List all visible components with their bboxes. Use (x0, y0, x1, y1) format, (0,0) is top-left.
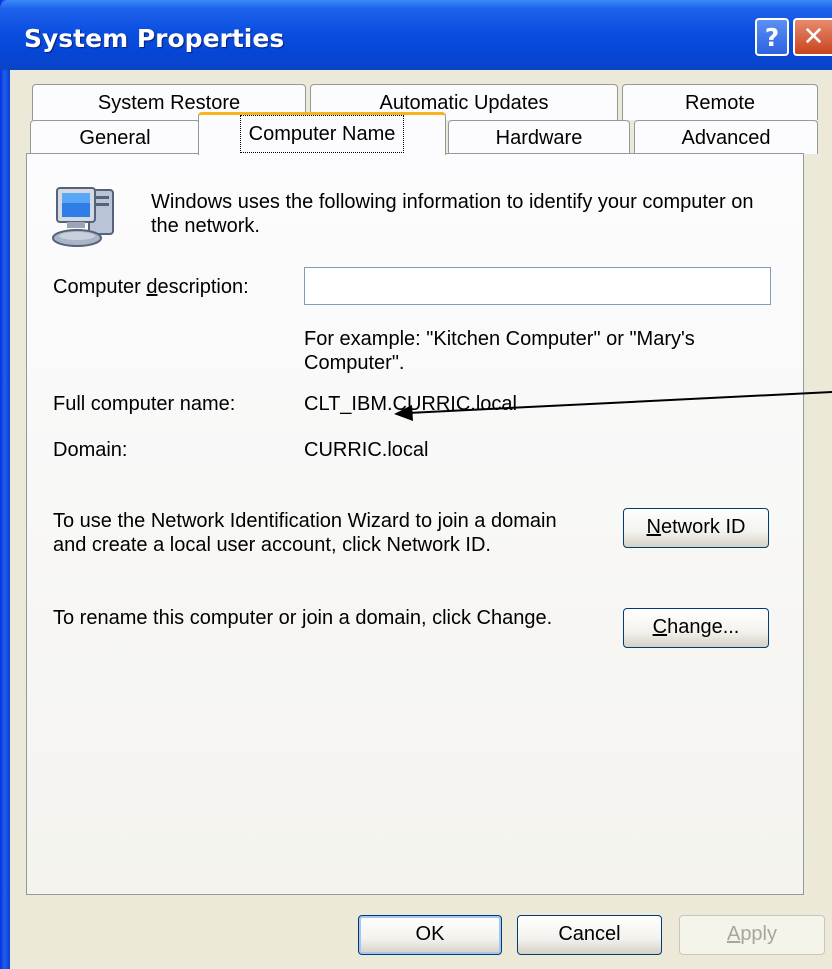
tab-label: General (79, 127, 151, 149)
intro-text: Windows uses the following information t… (151, 191, 754, 237)
domain-value: CURRIC.local (304, 439, 429, 461)
label-accelerator: d (146, 276, 158, 298)
tab-label: Hardware (495, 127, 583, 149)
tab-hardware[interactable]: Hardware (448, 120, 630, 154)
window-title: System Properties (24, 24, 285, 53)
tab-advanced[interactable]: Advanced (634, 120, 818, 154)
tab-label: Computer Name (239, 115, 405, 153)
close-icon[interactable]: ✕ (793, 18, 832, 56)
rename-instructions: To rename this computer or join a domain… (53, 607, 553, 629)
computer-network-icon (52, 187, 114, 247)
computer-name-panel: Windows uses the following information t… (26, 153, 804, 895)
cancel-button[interactable]: Cancel (517, 915, 662, 955)
button-label: pply (740, 923, 778, 945)
change-button[interactable]: Change... (623, 608, 769, 648)
window-border (0, 0, 10, 969)
button-accelerator: A (726, 923, 741, 945)
title-bar[interactable]: System Properties ? ✕ (0, 0, 832, 70)
tab-label: Remote (684, 92, 756, 114)
computer-description-label: Computer description: (53, 275, 249, 299)
domain-label: Domain: (53, 439, 128, 461)
network-id-instructions: To use the Network Identification Wizard… (53, 510, 557, 556)
button-accelerator: N (646, 516, 661, 538)
network-id-button[interactable]: Network ID (623, 508, 769, 548)
help-icon[interactable]: ? (755, 18, 789, 56)
button-label: Cancel (558, 923, 621, 945)
apply-button[interactable]: Apply (679, 915, 825, 955)
tab-computer-name[interactable]: Computer Name (198, 112, 446, 155)
button-accelerator: C (652, 616, 668, 638)
example-text: For example: "Kitchen Computer" or "Mary… (304, 328, 695, 374)
label-part: escription: (157, 276, 249, 298)
tab-label: Advanced (681, 127, 771, 149)
full-computer-name-value: CLT_IBM.CURRIC.local (304, 393, 517, 415)
system-properties-window: System Properties ? ✕ System Restore Aut… (0, 0, 832, 969)
label-part: Computer (53, 276, 147, 298)
tab-remote[interactable]: Remote (622, 84, 818, 120)
ok-button[interactable]: OK (358, 915, 502, 955)
button-label: OK (415, 923, 445, 945)
full-computer-name-label: Full computer name: (53, 393, 236, 415)
tab-general[interactable]: General (30, 120, 200, 154)
button-label: etwork ID (660, 516, 746, 538)
button-label: hange... (667, 616, 740, 638)
computer-description-field[interactable] (304, 267, 771, 305)
